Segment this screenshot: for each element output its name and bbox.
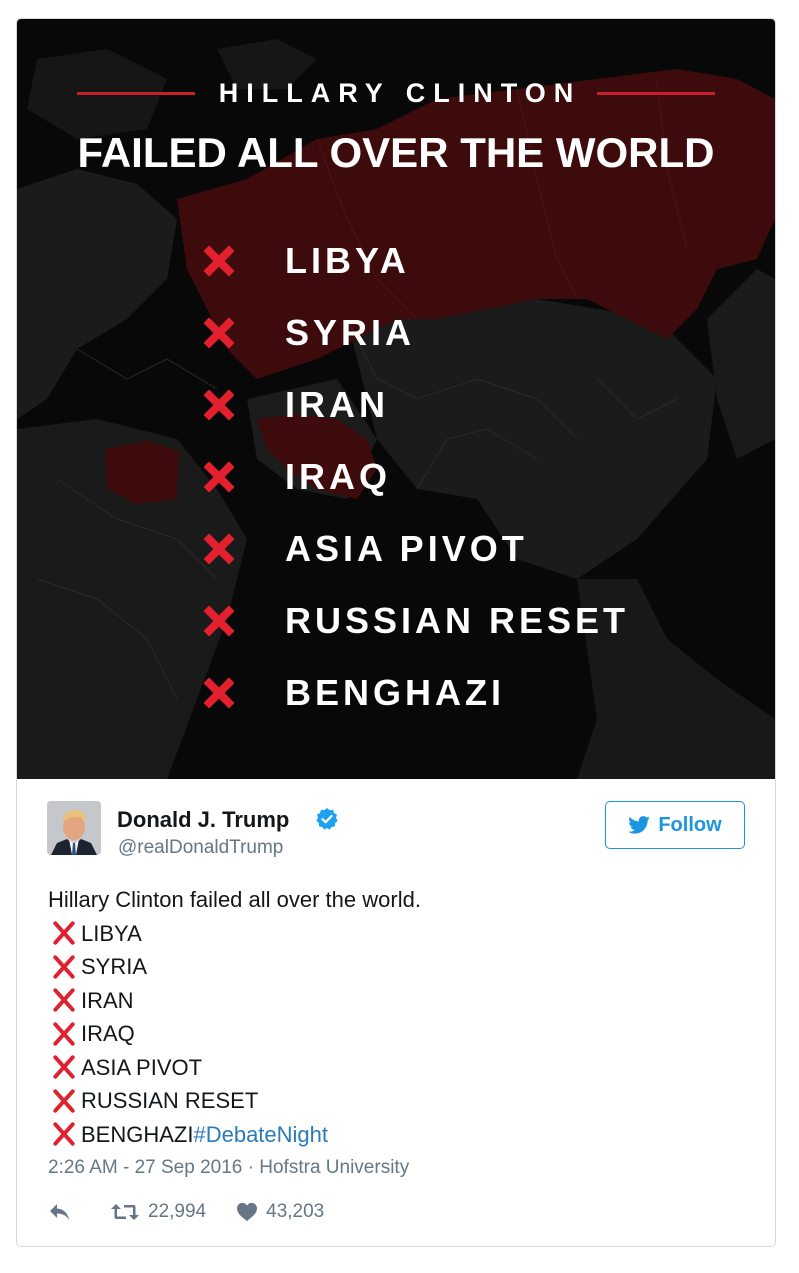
image-list-item: BENGHAZI: [203, 657, 629, 729]
reply-button[interactable]: [48, 1202, 80, 1222]
retweet-button[interactable]: 22,994: [110, 1201, 206, 1223]
image-list-item: IRAN: [203, 369, 629, 441]
verified-badge-icon: [316, 808, 338, 830]
tweet-intro: Hillary Clinton failed all over the worl…: [48, 887, 421, 912]
cross-mark-icon: [50, 1020, 81, 1048]
image-pretitle: HILLARY CLINTON: [17, 77, 775, 109]
image-fail-list: LIBYA SYRIA IRAN IRAQ ASIA PIVOT RUSSIAN…: [203, 225, 629, 729]
avatar[interactable]: [47, 801, 101, 855]
red-x-icon: [203, 389, 235, 421]
follow-button[interactable]: Follow: [605, 801, 745, 849]
heart-icon: [237, 1202, 258, 1222]
red-x-icon: [203, 317, 235, 349]
red-x-icon: [203, 605, 235, 637]
tweet-actions: 22,994 43,203: [48, 1197, 324, 1227]
meta-separator: ·: [247, 1157, 254, 1178]
red-x-icon: [203, 533, 235, 565]
tweet-list-item: IRAN: [48, 984, 421, 1018]
retweet-icon: [111, 1204, 139, 1220]
cross-mark-icon: [50, 986, 81, 1014]
image-title: FAILED ALL OVER THE WORLD: [77, 129, 715, 176]
reply-icon: [50, 1204, 69, 1220]
follow-button-label: Follow: [658, 813, 722, 836]
like-button[interactable]: 43,203: [236, 1201, 324, 1223]
image-list-item: ASIA PIVOT: [203, 513, 629, 585]
image-list-item: SYRIA: [203, 297, 629, 369]
cross-mark-icon: [50, 1053, 81, 1081]
tweet-list-item: LIBYA: [48, 917, 421, 951]
avatar-portrait-icon: [47, 801, 101, 855]
red-x-icon: [203, 677, 235, 709]
image-list-item: RUSSIAN RESET: [203, 585, 629, 657]
author-name[interactable]: Donald J. Trump: [117, 807, 289, 833]
tweet-card: HILLARY CLINTON FAILED ALL OVER THE WORL…: [16, 18, 776, 1247]
cross-mark-icon: [50, 953, 81, 981]
tweet-text: Hillary Clinton failed all over the worl…: [48, 883, 421, 1151]
tweet-location[interactable]: Hofstra University: [259, 1157, 409, 1178]
tweet-image[interactable]: HILLARY CLINTON FAILED ALL OVER THE WORL…: [17, 19, 775, 779]
red-x-icon: [203, 461, 235, 493]
pretitle-left-rule: [76, 91, 195, 95]
author-handle[interactable]: @realDonaldTrump: [118, 837, 283, 859]
tweet-list-item: BENGHAZI #DebateNight: [48, 1118, 421, 1152]
red-x-icon: [203, 245, 235, 277]
pretitle-right-rule: [597, 91, 716, 95]
image-list-item: IRAQ: [203, 441, 629, 513]
hashtag-link[interactable]: #DebateNight: [193, 1118, 328, 1152]
twitter-bird-icon: [628, 816, 651, 834]
cross-mark-icon: [50, 919, 81, 947]
image-list-item: LIBYA: [203, 225, 629, 297]
like-count: 43,203: [266, 1201, 325, 1222]
tweet-list-item: IRAQ: [48, 1017, 421, 1051]
tweet-list-item: RUSSIAN RESET: [48, 1084, 421, 1118]
cross-mark-icon: [50, 1120, 81, 1148]
tweet-list-item: ASIA PIVOT: [48, 1051, 421, 1085]
tweet-meta: 2:26 AM - 27 Sep 2016 · Hofstra Universi…: [48, 1157, 409, 1179]
cross-mark-icon: [50, 1087, 81, 1115]
tweet-list-item: SYRIA: [48, 950, 421, 984]
image-pretitle-text: HILLARY CLINTON: [218, 77, 582, 108]
retweet-count: 22,994: [148, 1201, 207, 1222]
tweet-timestamp[interactable]: 2:26 AM - 27 Sep 2016: [48, 1157, 242, 1178]
